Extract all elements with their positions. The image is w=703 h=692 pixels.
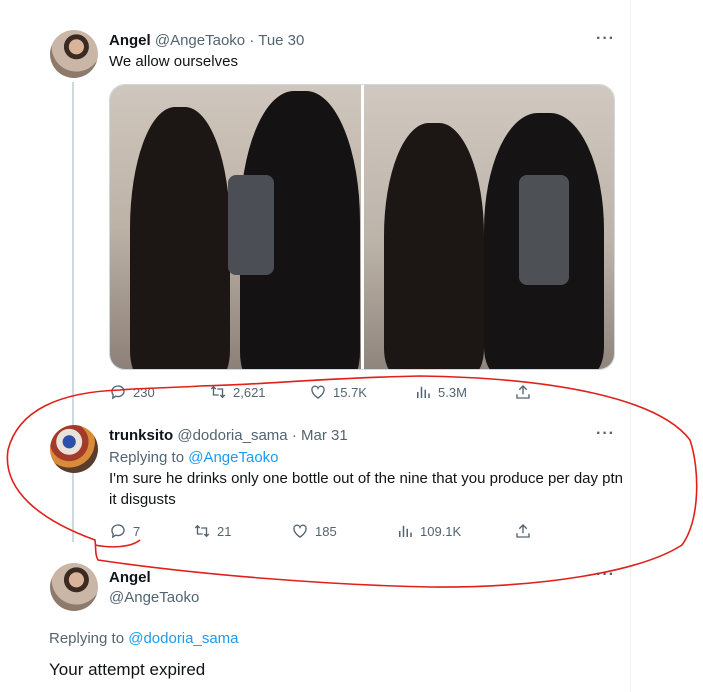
- display-name[interactable]: Angel: [109, 569, 151, 586]
- view-count: 5.3M: [438, 384, 467, 400]
- retweet-icon: [210, 385, 226, 399]
- tweet-header-handle: @AngeTaoko: [109, 589, 199, 606]
- reply-icon: [111, 385, 125, 400]
- tweet-text: I'm sure he drinks only one bottle out o…: [109, 470, 624, 508]
- reply-count: 7: [133, 523, 141, 539]
- more-icon[interactable]: ···: [596, 566, 615, 584]
- like-icon: [311, 385, 325, 399]
- thread-line: [72, 82, 74, 542]
- share-icon: [516, 385, 530, 399]
- like-count: 185: [315, 523, 337, 539]
- replying-to: Replying to @AngeTaoko: [109, 447, 279, 468]
- like-button[interactable]: 185: [291, 522, 337, 540]
- timestamp[interactable]: Tue 30: [258, 32, 304, 49]
- like-count: 15.7K: [333, 384, 367, 400]
- tweet-text: Your attempt expired: [49, 660, 206, 679]
- replying-to-link[interactable]: @AngeTaoko: [188, 449, 278, 466]
- reply-button[interactable]: 7: [109, 522, 140, 540]
- like-button[interactable]: 15.7K: [309, 383, 367, 401]
- tweet-text: We allow ourselves: [109, 53, 238, 70]
- retweet-button[interactable]: 21: [193, 522, 231, 540]
- tweet-actions: 230 2,621 15.7K 5.3M: [109, 383, 539, 403]
- phone: [228, 175, 274, 275]
- handle[interactable]: @dodoria_sama: [177, 427, 287, 444]
- share-icon: [516, 524, 530, 538]
- separator: ·: [291, 427, 297, 444]
- photo-2[interactable]: [364, 85, 614, 369]
- more-icon[interactable]: ···: [596, 30, 615, 48]
- reply-icon: [111, 524, 125, 539]
- display-name[interactable]: trunksito: [109, 427, 173, 444]
- avatar[interactable]: [50, 563, 98, 611]
- person-figure: [130, 107, 230, 369]
- replying-prefix: Replying to: [49, 630, 129, 647]
- separator: ·: [249, 32, 255, 49]
- phone: [519, 175, 569, 285]
- avatar[interactable]: [50, 425, 98, 473]
- views-button[interactable]: 109.1K: [396, 522, 461, 540]
- retweet-count: 21: [217, 523, 232, 539]
- tweet-header: Angel @AngeTaoko · Tue 30: [109, 32, 304, 49]
- tweet-header: Angel: [109, 569, 151, 586]
- replying-to-link[interactable]: @dodoria_sama: [128, 630, 238, 647]
- retweet-icon: [194, 524, 210, 538]
- timestamp[interactable]: Mar 31: [301, 427, 348, 444]
- views-button[interactable]: 5.3M: [414, 383, 467, 401]
- like-icon: [293, 524, 307, 538]
- tweet-actions: 7 21 185 109.1K: [109, 522, 539, 542]
- replying-prefix: Replying to: [109, 449, 189, 466]
- share-button[interactable]: [514, 522, 532, 540]
- retweet-count: 2,621: [233, 384, 266, 400]
- tweet-media[interactable]: [109, 84, 615, 370]
- more-icon[interactable]: ···: [596, 425, 615, 443]
- share-button[interactable]: [514, 383, 532, 401]
- column-border: [630, 0, 631, 692]
- reply-button[interactable]: 230: [109, 383, 155, 401]
- handle[interactable]: @AngeTaoko: [155, 32, 245, 49]
- avatar[interactable]: [50, 30, 98, 78]
- photo-1[interactable]: [110, 85, 361, 369]
- view-count: 109.1K: [420, 523, 462, 539]
- display-name[interactable]: Angel: [109, 32, 151, 49]
- views-icon: [417, 386, 430, 398]
- replying-to: Replying to @dodoria_sama: [49, 628, 239, 649]
- tweet-header: trunksito @dodoria_sama · Mar 31: [109, 427, 348, 444]
- views-icon: [399, 525, 412, 537]
- reply-count: 230: [133, 384, 155, 400]
- person-figure: [384, 123, 484, 369]
- handle[interactable]: @AngeTaoko: [109, 589, 199, 606]
- retweet-button[interactable]: 2,621: [209, 383, 266, 401]
